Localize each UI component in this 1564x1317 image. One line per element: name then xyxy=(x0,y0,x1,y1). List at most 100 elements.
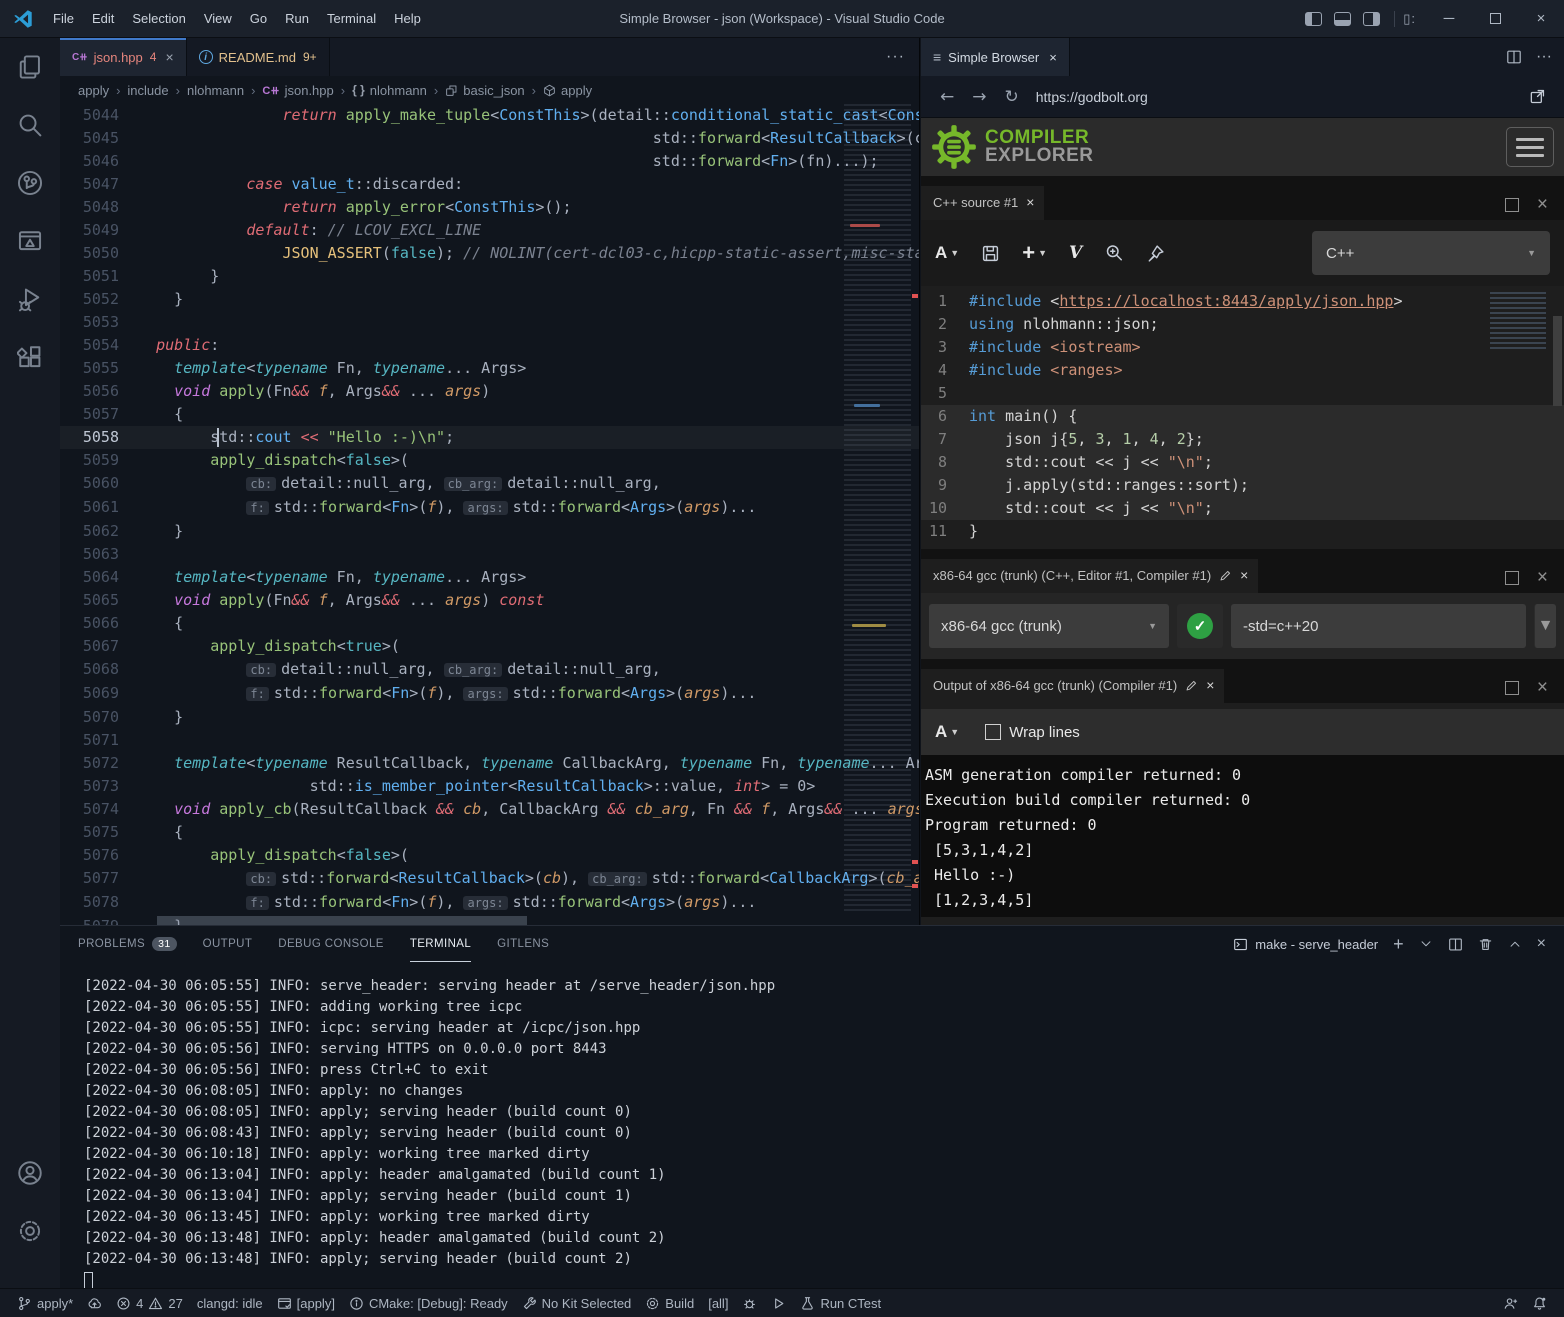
code-line[interactable]: 5074 void apply_cb(ResultCallback && cb,… xyxy=(60,798,919,821)
code-line[interactable]: 5048 return apply_error<ConstThis>(); xyxy=(60,196,919,219)
panel-tab-gitlens[interactable]: GITLENS xyxy=(497,926,549,962)
pin-share-icon[interactable] xyxy=(1146,244,1165,263)
close-pane-icon[interactable]: × xyxy=(1240,567,1248,583)
maximize-pane-icon[interactable] xyxy=(1505,681,1519,695)
code-line[interactable]: 5063 xyxy=(60,543,919,566)
close-pane-icon[interactable]: × xyxy=(1026,194,1034,210)
minimap[interactable] xyxy=(844,104,911,914)
close-pane-icon[interactable]: × xyxy=(1206,677,1214,693)
menu-view[interactable]: View xyxy=(195,7,241,30)
account-icon[interactable] xyxy=(0,1144,60,1202)
horizontal-scrollbar[interactable] xyxy=(157,916,527,925)
customize-layout-icon[interactable]: ▯: xyxy=(1403,11,1416,27)
code-line[interactable]: 5068 cb:detail::null_arg, cb_arg:detail:… xyxy=(60,658,919,682)
menu-edit[interactable]: Edit xyxy=(83,7,123,30)
menu-terminal[interactable]: Terminal xyxy=(318,7,385,30)
maximize-pane-icon[interactable] xyxy=(1505,571,1519,585)
code-line[interactable]: 5066 { xyxy=(60,612,919,635)
search-icon[interactable] xyxy=(0,96,60,154)
breadcrumb-item-nlohmann[interactable]: { }nlohmann xyxy=(352,83,427,98)
add-pane-button[interactable]: +▼ xyxy=(1022,240,1047,266)
code-line[interactable]: 5077 cb:std::forward<ResultCallback>(cb)… xyxy=(60,867,919,891)
cmake-build[interactable]: Build xyxy=(638,1289,701,1317)
reload-icon[interactable]: ↻ xyxy=(1005,87,1019,107)
code-line[interactable]: 5062 } xyxy=(60,520,919,543)
vim-toggle-button[interactable]: V xyxy=(1069,243,1082,263)
code-line[interactable]: 8 std::cout << j << "\n"; xyxy=(921,451,1564,474)
more-actions-icon[interactable]: ··· xyxy=(886,48,905,66)
code-line[interactable]: 5045 std::forward<ResultCallback>(cb), xyxy=(60,127,919,150)
code-line[interactable]: 11} xyxy=(921,520,1564,543)
toggle-panel-icon[interactable] xyxy=(1334,12,1351,26)
cmake-run[interactable] xyxy=(764,1289,793,1317)
code-line[interactable]: 5061 f:std::forward<Fn>(f), args:std::fo… xyxy=(60,496,919,520)
code-editor[interactable]: 5044 return apply_make_tuple<ConstThis>(… xyxy=(60,104,919,925)
breadcrumb-item-basic_json[interactable]: basic_json xyxy=(445,83,524,98)
save-icon[interactable] xyxy=(981,244,1000,263)
git-branch-status[interactable]: apply* xyxy=(10,1289,80,1317)
code-line[interactable]: 9 j.apply(std::ranges::sort); xyxy=(921,474,1564,497)
code-line[interactable]: 5070 } xyxy=(60,706,919,729)
code-line[interactable]: 5050 JSON_ASSERT(false); // NOLINT(cert-… xyxy=(60,242,919,265)
ce-source-editor[interactable]: 1#include <https://localhost:8443/apply/… xyxy=(921,286,1564,549)
tab-simple-browser[interactable]: ≡ Simple Browser × xyxy=(921,38,1070,76)
publish-changes[interactable] xyxy=(80,1289,109,1317)
code-line[interactable]: 5047 case value_t::discarded: xyxy=(60,173,919,196)
toggle-secondary-sidebar-icon[interactable] xyxy=(1363,12,1380,26)
maximize-button[interactable] xyxy=(1472,0,1518,38)
code-line[interactable]: 5064 template<typename Fn, typename... A… xyxy=(60,566,919,589)
code-line[interactable]: 5065 void apply(Fn&& f, Args&& ... args)… xyxy=(60,589,919,612)
breadcrumb-item-nlohmann[interactable]: nlohmann xyxy=(187,83,244,98)
compiler-select[interactable]: x86-64 gcc (trunk) ▼ xyxy=(929,604,1169,648)
code-line[interactable]: 1#include <https://localhost:8443/apply/… xyxy=(921,290,1564,313)
source-control-icon[interactable] xyxy=(0,154,60,212)
close-tab-icon[interactable]: × xyxy=(165,49,173,65)
more-actions-icon[interactable]: ··· xyxy=(1536,48,1552,66)
menu-help[interactable]: Help xyxy=(385,7,430,30)
rename-pencil-icon[interactable] xyxy=(1185,679,1198,692)
close-window-button[interactable]: × xyxy=(1518,0,1564,38)
cmake-target[interactable]: [all] xyxy=(701,1289,735,1317)
forward-icon[interactable]: → xyxy=(972,87,986,107)
output-pane-tab[interactable]: Output of x86-64 gcc (trunk) (Compiler #… xyxy=(921,669,1224,703)
rename-pencil-icon[interactable] xyxy=(1219,569,1232,582)
hamburger-menu-icon[interactable] xyxy=(1506,127,1554,167)
compiler-explorer-logo[interactable]: COMPILER EXPLORER xyxy=(931,124,1094,170)
code-line[interactable]: 5057 { xyxy=(60,403,919,426)
open-external-icon[interactable] xyxy=(1529,88,1546,105)
url-input[interactable]: https://godbolt.org xyxy=(1036,89,1148,105)
code-line[interactable]: 5075 { xyxy=(60,821,919,844)
cmake-debug[interactable] xyxy=(735,1289,764,1317)
cmake-folder[interactable]: [apply] xyxy=(270,1289,342,1317)
code-line[interactable]: 5060 cb:detail::null_arg, cb_arg:detail:… xyxy=(60,472,919,496)
close-pane-icon[interactable]: × xyxy=(1537,198,1548,212)
tab-readme-md[interactable]: i README.md 9+ xyxy=(187,38,330,76)
terminal-output[interactable]: [2022-04-30 06:05:55] INFO: serve_header… xyxy=(60,962,1564,1270)
code-line[interactable]: 5044 return apply_make_tuple<ConstThis>(… xyxy=(60,104,919,127)
cmake-kit[interactable]: No Kit Selected xyxy=(515,1289,639,1317)
terminal-dropdown-icon[interactable] xyxy=(1419,937,1433,951)
cmake-status[interactable]: CMake: [Debug]: Ready xyxy=(342,1289,515,1317)
zoom-search-icon[interactable] xyxy=(1104,243,1124,263)
wrap-lines-checkbox[interactable]: Wrap lines xyxy=(985,724,1080,741)
source-pane-tab[interactable]: C++ source #1 × xyxy=(921,186,1044,220)
code-line[interactable]: 2using nlohmann::json; xyxy=(921,313,1564,336)
split-editor-icon[interactable] xyxy=(1506,49,1522,65)
menu-go[interactable]: Go xyxy=(241,7,276,30)
run-debug-icon[interactable] xyxy=(0,270,60,328)
code-line[interactable]: 10 std::cout << j << "\n"; xyxy=(921,497,1564,520)
feedback[interactable] xyxy=(1496,1296,1525,1311)
code-line[interactable]: 4#include <ranges> xyxy=(921,359,1564,382)
language-select[interactable]: C++ ▼ xyxy=(1312,231,1550,275)
breadcrumb-item-json.hpp[interactable]: C⧺json.hpp xyxy=(262,83,333,98)
maximize-pane-icon[interactable] xyxy=(1505,198,1519,212)
problems-status[interactable]: 427 xyxy=(109,1289,190,1317)
code-line[interactable]: 5072 template<typename ResultCallback, t… xyxy=(60,752,919,775)
code-line[interactable]: 6int main() { xyxy=(921,405,1564,428)
breadcrumb-item-include[interactable]: include xyxy=(127,83,168,98)
compiler-pane-tab[interactable]: x86-64 gcc (trunk) (C++, Editor #1, Comp… xyxy=(921,559,1258,593)
code-line[interactable]: 5078 f:std::forward<Fn>(f), args:std::fo… xyxy=(60,891,919,915)
clangd-status[interactable]: clangd: idle xyxy=(190,1289,270,1317)
menu-selection[interactable]: Selection xyxy=(123,7,194,30)
code-line[interactable]: 5049 default: // LCOV_EXCL_LINE xyxy=(60,219,919,242)
